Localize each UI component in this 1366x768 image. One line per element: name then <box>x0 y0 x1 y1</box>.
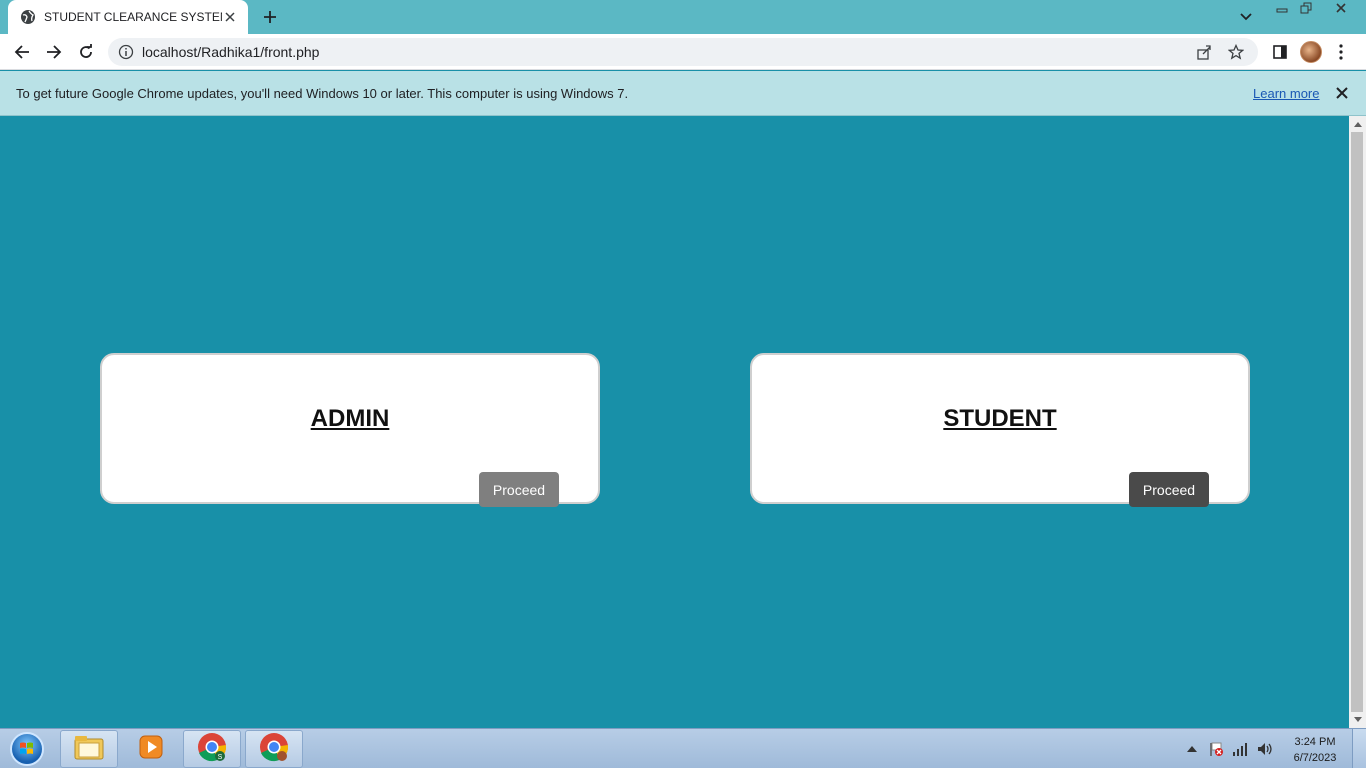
learn-more-link[interactable]: Learn more <box>1253 86 1319 101</box>
bookmark-star-icon[interactable] <box>1226 42 1246 62</box>
windows-explorer-icon <box>73 733 105 766</box>
page-content: ADMIN Proceed STUDENT Proceed <box>0 116 1349 728</box>
taskbar-chrome-1[interactable]: S <box>183 730 241 768</box>
system-clock[interactable]: 3:24 PM 6/7/2023 <box>1284 734 1346 766</box>
close-infobar-icon[interactable] <box>1332 83 1352 103</box>
minimize-icon[interactable] <box>1270 0 1294 16</box>
vertical-scrollbar[interactable] <box>1349 116 1366 728</box>
svg-text:S: S <box>218 754 223 761</box>
tab-title: STUDENT CLEARANCE SYSTEM <box>44 10 222 24</box>
restore-icon[interactable] <box>1294 0 1318 16</box>
globe-icon <box>20 9 36 25</box>
infobar-message: To get future Google Chrome updates, you… <box>16 86 629 101</box>
student-card: STUDENT Proceed <box>750 353 1250 507</box>
chrome-icon: S <box>196 731 228 768</box>
forward-arrow-icon[interactable] <box>42 40 66 64</box>
tab-strip: STUDENT CLEARANCE SYSTEM <box>0 0 1366 34</box>
scrollbar-thumb[interactable] <box>1351 132 1363 712</box>
student-proceed-button[interactable]: Proceed <box>1129 472 1209 507</box>
admin-title: ADMIN <box>310 405 390 432</box>
student-title: STUDENT <box>943 405 1057 432</box>
network-signal-icon[interactable] <box>1230 729 1250 768</box>
taskbar-explorer[interactable] <box>60 730 118 768</box>
chevron-down-icon[interactable] <box>1236 8 1256 26</box>
url-text[interactable]: localhost/Radhika1/front.php <box>142 44 1194 60</box>
admin-card: ADMIN Proceed <box>100 353 600 507</box>
chrome-icon <box>258 731 290 768</box>
show-hidden-icons[interactable] <box>1184 729 1200 768</box>
profile-avatar[interactable] <box>1300 41 1322 63</box>
volume-icon[interactable] <box>1254 729 1276 768</box>
admin-proceed-button[interactable]: Proceed <box>479 472 559 507</box>
close-tab-icon[interactable] <box>222 9 238 25</box>
reload-icon[interactable] <box>74 40 98 64</box>
browser-toolbar: localhost/Radhika1/front.php <box>0 34 1366 70</box>
taskbar-media-player[interactable] <box>122 730 180 768</box>
media-player-icon <box>137 733 165 766</box>
scroll-down-icon[interactable] <box>1349 712 1366 728</box>
more-menu-icon[interactable] <box>1334 41 1348 63</box>
share-icon[interactable] <box>1194 42 1214 62</box>
show-desktop-button[interactable] <box>1352 729 1366 768</box>
browser-tab[interactable]: STUDENT CLEARANCE SYSTEM <box>8 0 248 34</box>
back-arrow-icon[interactable] <box>10 40 34 64</box>
scroll-up-icon[interactable] <box>1349 116 1366 132</box>
clock-date: 6/7/2023 <box>1293 752 1337 764</box>
info-icon[interactable] <box>118 44 134 60</box>
taskbar-chrome-2[interactable] <box>245 730 303 768</box>
action-center-flag-icon[interactable] <box>1206 729 1226 768</box>
new-tab-button[interactable] <box>258 6 282 28</box>
address-bar[interactable]: localhost/Radhika1/front.php <box>108 38 1258 66</box>
update-infobar: To get future Google Chrome updates, you… <box>0 71 1366 116</box>
clock-time: 3:24 PM <box>1294 736 1336 748</box>
start-button[interactable] <box>4 730 50 768</box>
windows-logo-icon <box>10 732 44 766</box>
windows-taskbar: S 3:24 PM 6/7/2023 <box>0 728 1366 768</box>
side-panel-icon[interactable] <box>1270 42 1290 62</box>
close-window-icon[interactable] <box>1328 0 1354 16</box>
